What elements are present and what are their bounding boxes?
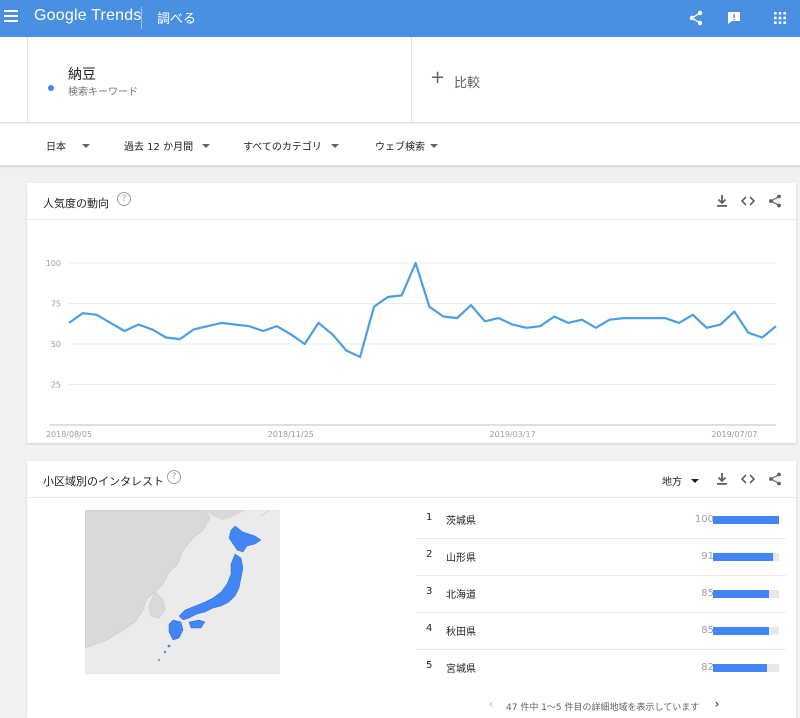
region-name: 茨城県 [446, 516, 476, 527]
y-tick-label: 75 [51, 300, 61, 309]
filter-search-type-label: ウェブ検索 [375, 142, 425, 153]
region-rank: 5 [426, 660, 433, 671]
region-rank: 1 [426, 512, 433, 523]
region-bar [713, 516, 779, 524]
series-line [68, 261, 777, 359]
compare-label: 比較 [454, 76, 481, 91]
feedback-icon[interactable] [724, 8, 744, 28]
term-color-dot [48, 85, 54, 91]
region-bar [713, 553, 779, 561]
share-icon[interactable] [767, 193, 783, 209]
plus-icon: + [430, 67, 446, 88]
search-term-name: 納豆 [68, 67, 96, 83]
interest-over-time-card: 人気度の動向 ? 100 75 50 25 2018/08/05 2018/11/25 2… [27, 183, 796, 443]
previous-page-button[interactable]: ‹ [485, 698, 497, 710]
region-name: 秋田県 [446, 627, 476, 638]
region-row[interactable]: 3 北海道 85 [416, 576, 786, 613]
region-bar-fill [713, 664, 768, 672]
download-icon[interactable] [714, 193, 730, 209]
logo-google: Google [34, 7, 87, 24]
region-row[interactable]: 4 秋田県 85 [416, 613, 786, 650]
interest-over-time-chart: 100 75 50 25 2018/08/05 2018/11/25 2019/03/17… [27, 221, 796, 442]
region-name: 北海道 [446, 590, 476, 601]
header-divider [141, 7, 142, 29]
region-name: 宮城県 [446, 664, 476, 675]
interest-over-time-header: 人気度の動向 ? [27, 183, 796, 220]
help-icon[interactable]: ? [167, 470, 181, 484]
region-bar-fill [713, 590, 770, 598]
share-icon[interactable] [767, 471, 783, 487]
filter-region-label: 日本 [46, 142, 66, 153]
app-header: Google Trends 調べる [0, 0, 800, 37]
y-tick-label: 50 [51, 340, 61, 349]
download-icon[interactable] [714, 471, 730, 487]
region-resolution-label: 地方 [662, 477, 682, 488]
apps-icon[interactable] [770, 8, 790, 28]
interest-over-time-title: 人気度の動向 [43, 197, 109, 210]
japan-map-icon [85, 510, 270, 661]
region-map[interactable] [85, 510, 280, 674]
search-explore-link[interactable]: 調べる [157, 8, 196, 27]
region-row[interactable]: 2 山形県 91 [416, 539, 786, 576]
y-tick-label: 25 [51, 381, 61, 390]
region-bar [713, 664, 779, 672]
search-term-card[interactable]: 納豆 検索キーワード [27, 37, 412, 123]
region-bar-fill [713, 627, 770, 635]
region-rank: 2 [426, 549, 433, 560]
chevron-down-icon [202, 143, 211, 148]
x-tick-label: 2019/07/07 [711, 430, 757, 439]
google-trends-logo[interactable]: Google Trends [34, 7, 142, 25]
embed-code-icon[interactable] [740, 193, 756, 209]
region-bar [713, 627, 779, 635]
filter-region[interactable]: 日本 [46, 138, 90, 153]
region-value: 100 [694, 514, 714, 525]
region-bar [713, 590, 779, 598]
region-pager-text: 47 件中 1〜5 件目の詳細地域を表示しています [506, 703, 700, 713]
filter-category-label: すべてのカテゴリ [243, 142, 322, 153]
chevron-down-icon [691, 478, 699, 483]
search-term-type: 検索キーワード [68, 87, 138, 98]
region-rank: 3 [426, 586, 433, 597]
embed-code-icon[interactable] [740, 471, 756, 487]
chevron-down-icon [330, 143, 339, 148]
chevron-down-icon [82, 143, 90, 148]
x-tick-label: 2018/11/25 [268, 430, 314, 439]
region-resolution-select[interactable]: 地方 [662, 473, 699, 488]
help-icon[interactable]: ? [117, 192, 131, 206]
interest-by-region-header: 小区域別のインタレスト ? 地方 [27, 461, 796, 498]
region-rank: 4 [426, 623, 433, 634]
share-icon[interactable] [686, 8, 706, 28]
compare-button[interactable]: + 比較 [412, 37, 797, 123]
search-term-band: 納豆 検索キーワード + 比較 [0, 37, 800, 123]
chevron-down-icon [430, 143, 438, 148]
region-name: 山形県 [446, 553, 476, 564]
menu-icon[interactable] [4, 10, 18, 24]
region-bar-fill [713, 553, 774, 561]
line-chart: 100 75 50 25 2018/08/05 2018/11/25 2019/03/17… [46, 259, 777, 439]
filter-category[interactable]: すべてのカテゴリ [243, 138, 339, 153]
filter-time-label: 過去 12 か月間 [124, 142, 194, 153]
region-bar-fill [713, 516, 779, 524]
filter-search-type[interactable]: ウェブ検索 [375, 138, 438, 153]
next-page-button[interactable]: › [711, 698, 723, 710]
interest-by-region-title: 小区域別のインタレスト [43, 475, 164, 488]
interest-by-region-card: 小区域別のインタレスト ? 地方 1 茨城県 100 2 山形県 91 3 北海… [27, 461, 796, 718]
region-row[interactable]: 1 茨城県 100 [416, 502, 786, 539]
y-tick-label: 100 [46, 259, 61, 268]
x-tick-label: 2018/08/05 [46, 430, 92, 439]
logo-trends: Trends [91, 7, 142, 24]
filter-bar: 日本 過去 12 か月間 すべてのカテゴリ ウェブ検索 [0, 124, 800, 166]
filter-time-range[interactable]: 過去 12 か月間 [124, 138, 211, 153]
x-tick-label: 2019/03/17 [490, 430, 536, 439]
region-row[interactable]: 5 宮城県 82 [416, 650, 786, 687]
